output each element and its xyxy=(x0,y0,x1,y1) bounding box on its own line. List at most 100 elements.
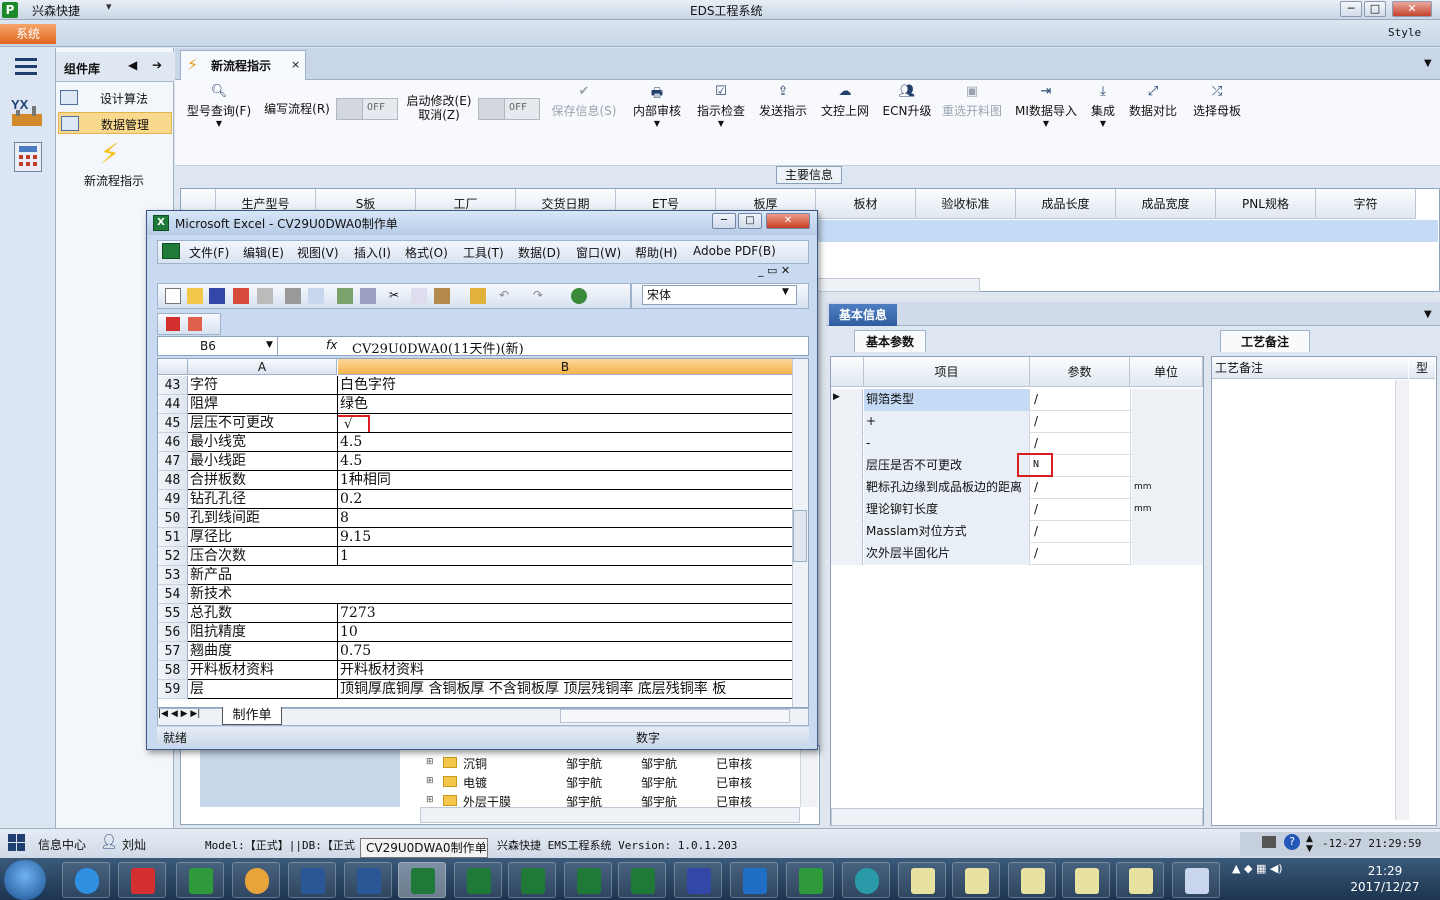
taskbar-shell[interactable] xyxy=(232,862,280,898)
style-menu[interactable]: Style xyxy=(1388,26,1421,39)
cell-item[interactable]: - xyxy=(864,433,1030,455)
merged-cell[interactable]: 新技术 xyxy=(188,585,792,604)
table-row[interactable]: - / xyxy=(831,433,1203,455)
sheet-row[interactable]: 44 阻焊 绿色 xyxy=(158,395,792,414)
close-button[interactable]: ✕ xyxy=(1392,1,1432,17)
row-number[interactable]: 43 xyxy=(158,376,188,395)
cell-a[interactable]: 压合次数 xyxy=(188,547,338,566)
ecn-upgrade-button[interactable]: 👥︎ ECN升级 xyxy=(880,84,934,119)
sheet-row[interactable]: 50 孔到线间距 8 xyxy=(158,509,792,528)
instruction-check-button[interactable]: ☑ 指示检查 ▼ xyxy=(694,84,748,128)
minimize-button[interactable]: ─ xyxy=(1340,1,1362,17)
research-icon[interactable] xyxy=(360,288,376,304)
cell-b[interactable]: 顶铜厚底铜厚 含铜板厚 不含铜板厚 顶层残铜率 底层残铜率 板 xyxy=(338,680,792,699)
row-number[interactable]: 52 xyxy=(158,547,188,566)
col-item[interactable]: 项目 xyxy=(864,357,1030,387)
cell-a[interactable]: 孔到线间距 xyxy=(188,509,338,528)
sheet-row[interactable]: 46 最小线宽 4.5 xyxy=(158,433,792,452)
system-menu-button[interactable]: 系统 xyxy=(0,24,56,44)
tree-row[interactable]: ⊞ 电镀 邹宇航 邹宇航 已审核 xyxy=(426,773,806,792)
column-header-a[interactable]: A xyxy=(188,359,337,375)
row-number[interactable]: 57 xyxy=(158,642,188,661)
cell-item[interactable]: 靶标孔边缘到成品板边的距离 xyxy=(864,477,1030,499)
sheet-row[interactable]: 49 钻孔孔径 0.2 xyxy=(158,490,792,509)
mi-import-button[interactable]: ⇥ MI数据导入 ▼ xyxy=(1012,84,1080,128)
tab-list-dropdown-icon[interactable]: ▼ xyxy=(1424,58,1432,69)
taskbar-x-1[interactable] xyxy=(898,862,946,898)
collapse-left-icon[interactable]: ◀ xyxy=(128,58,137,72)
data-compare-button[interactable]: ⤢ 数据对比 xyxy=(1126,84,1180,119)
sheet-row[interactable]: 56 阻抗精度 10 xyxy=(158,623,792,642)
cell-a[interactable]: 翘曲度 xyxy=(188,642,338,661)
cell-unit[interactable]: mm xyxy=(1132,477,1203,499)
cut-icon[interactable]: ✂ xyxy=(389,288,405,304)
email-icon[interactable] xyxy=(257,288,273,304)
cell-b[interactable]: √ xyxy=(338,414,792,433)
row-number[interactable]: 59 xyxy=(158,680,188,699)
col-pnl-spec[interactable]: PNL规格 xyxy=(1216,189,1316,219)
cell-a[interactable]: 开料板材资料 xyxy=(188,661,338,680)
cell-item[interactable]: 理论铆钉长度 xyxy=(864,499,1030,521)
sheet-row[interactable]: 54 新技术 xyxy=(158,585,792,604)
cell-item[interactable]: Masslam对位方式 xyxy=(864,521,1030,543)
cell-b[interactable]: 绿色 xyxy=(338,395,792,414)
expand-icon[interactable]: ⊞ xyxy=(426,776,434,786)
taskbar-app-p[interactable] xyxy=(176,862,224,898)
row-number[interactable]: 51 xyxy=(158,528,188,547)
tree-row[interactable]: ⊞ 沉铜 邹宇航 邹宇航 已审核 xyxy=(426,754,806,773)
cell-b[interactable]: 白色字符 xyxy=(338,376,792,395)
col-craft-notes[interactable]: 工艺备注 xyxy=(1212,357,1408,379)
sheet-row[interactable]: 45 层压不可更改 √ xyxy=(158,414,792,433)
taskbar-clock[interactable]: 21:29 2017/12/27 xyxy=(1350,863,1420,895)
cell-b[interactable]: 开料板材资料 xyxy=(338,661,792,680)
start-button[interactable] xyxy=(4,860,46,900)
maximize-button[interactable]: □ xyxy=(1364,1,1386,17)
tree-horizontal-scrollbar[interactable] xyxy=(420,807,800,823)
table-row[interactable]: ▶ 铜箔类型 / xyxy=(831,389,1203,411)
row-number[interactable]: 58 xyxy=(158,661,188,680)
sheet-row[interactable]: 48 合拼板数 1种相同 xyxy=(158,471,792,490)
paste-icon[interactable] xyxy=(434,288,450,304)
cell-unit[interactable] xyxy=(1132,433,1203,455)
excel-close-button[interactable]: ✕ xyxy=(766,213,810,229)
taskbar-excel-active[interactable] xyxy=(398,862,446,898)
col-param[interactable]: 参数 xyxy=(1030,357,1130,387)
print-icon[interactable] xyxy=(285,288,301,304)
sheet-row[interactable]: 55 总孔数 7273 xyxy=(158,604,792,623)
row-number[interactable]: 46 xyxy=(158,433,188,452)
save-info-button[interactable]: ✔ 保存信息(S) xyxy=(548,84,620,119)
menu-tools[interactable]: 工具(T) xyxy=(463,244,504,261)
sheet-vertical-scroll-thumb[interactable] xyxy=(793,510,807,562)
taskbar-excel-4[interactable] xyxy=(564,862,612,898)
open-icon[interactable] xyxy=(187,288,203,304)
col-unit[interactable]: 单位 xyxy=(1130,357,1203,387)
cell-a[interactable]: 最小线宽 xyxy=(188,433,338,452)
merged-cell[interactable]: 新产品 xyxy=(188,566,792,585)
select-all-corner[interactable] xyxy=(158,359,188,375)
cell-a[interactable]: 合拼板数 xyxy=(188,471,338,490)
cell-a[interactable]: 字符 xyxy=(188,376,338,395)
menu-edit[interactable]: 编辑(E) xyxy=(243,244,284,261)
cell-a[interactable]: 层压不可更改 xyxy=(188,414,338,433)
taskbar-word-2[interactable] xyxy=(344,862,392,898)
taskbar-app-f[interactable] xyxy=(730,862,778,898)
sheet-row[interactable]: 52 压合次数 1 xyxy=(158,547,792,566)
cell-b[interactable]: 4.5 xyxy=(338,452,792,471)
hyperlink-icon[interactable] xyxy=(571,288,587,304)
row-number[interactable]: 54 xyxy=(158,585,188,604)
menu-format[interactable]: 格式(O) xyxy=(405,244,448,261)
menu-file[interactable]: 文件(F) xyxy=(189,244,229,261)
cell-unit[interactable]: mm xyxy=(1132,499,1203,521)
tab-basic-info[interactable]: 基本信息 xyxy=(829,304,897,326)
name-box-dropdown-icon[interactable]: ▼ xyxy=(266,340,273,350)
sheet-row[interactable]: 59 层顶铜厚底铜厚 含铜板厚 不含铜板厚 顶层残铜率 底层残铜率 板 xyxy=(158,680,792,699)
table-row[interactable]: + / xyxy=(831,411,1203,433)
tab-basic-params[interactable]: 基本参数 xyxy=(854,330,926,352)
craft-notes-vertical-scrollbar[interactable] xyxy=(1395,380,1409,820)
tab-close-icon[interactable]: × xyxy=(291,58,300,71)
cell-param[interactable]: N xyxy=(1017,453,1131,477)
cell-unit[interactable] xyxy=(1132,521,1203,543)
cell-unit[interactable] xyxy=(1132,411,1203,433)
quick-access-dropdown-icon[interactable]: ▾ xyxy=(106,0,112,13)
name-box[interactable]: B6 xyxy=(158,337,278,355)
